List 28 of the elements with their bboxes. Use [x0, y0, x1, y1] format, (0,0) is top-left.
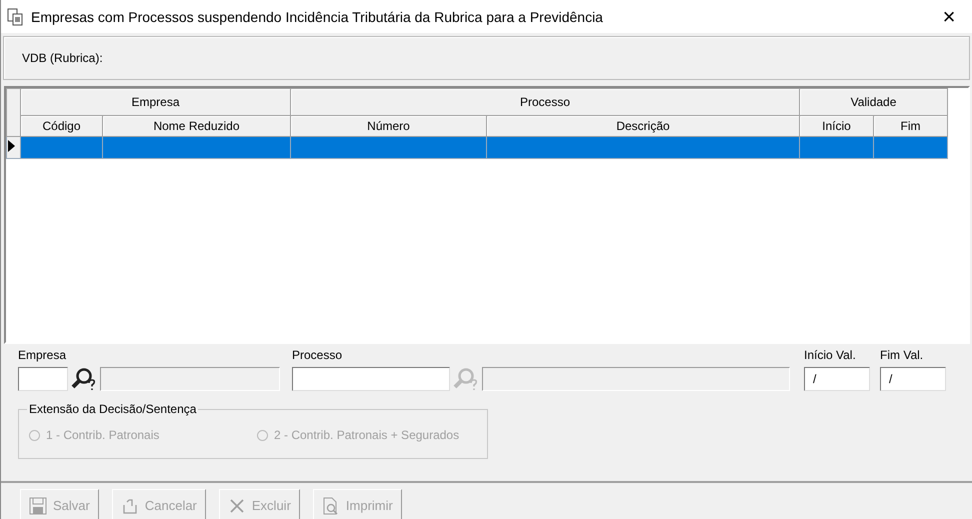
empresa-label: Empresa — [18, 348, 68, 364]
grid-row[interactable] — [6, 136, 948, 158]
close-button[interactable]: × — [926, 0, 972, 33]
empresa-code-field[interactable] — [18, 367, 68, 391]
group-header: Validade — [800, 88, 948, 116]
search-icon[interactable] — [71, 367, 97, 391]
inicio-date-field[interactable]: / — [804, 367, 870, 391]
group-legend: Extensão da Decisão/Sentença — [27, 402, 198, 416]
column-header[interactable]: Descrição — [486, 116, 800, 136]
group-header: Empresa — [20, 88, 290, 116]
app-icon — [7, 8, 23, 26]
rubrica-label: VDB (Rubrica): — [22, 51, 103, 65]
column-header[interactable]: Início — [800, 116, 874, 136]
print-preview-icon — [322, 496, 340, 514]
fim-date-field[interactable]: / — [880, 367, 946, 391]
fim-label: Fim Val. — [880, 348, 924, 364]
window-title: Empresas com Processos suspendendo Incidência Tributária da Rubrica para a Previdência — [31, 8, 604, 24]
x-icon — [228, 496, 246, 514]
processo-field[interactable] — [292, 367, 450, 391]
column-header[interactable]: Fim — [874, 116, 948, 136]
column-header[interactable]: Código — [20, 116, 102, 136]
column-header[interactable]: Número — [290, 116, 486, 136]
inicio-label: Início Val. — [804, 348, 857, 364]
processo-label: Processo — [292, 348, 344, 364]
undo-icon — [120, 496, 139, 514]
group-header: Processo — [290, 88, 800, 116]
column-header[interactable]: Nome Reduzido — [102, 116, 290, 136]
row-pointer-icon — [7, 140, 15, 152]
